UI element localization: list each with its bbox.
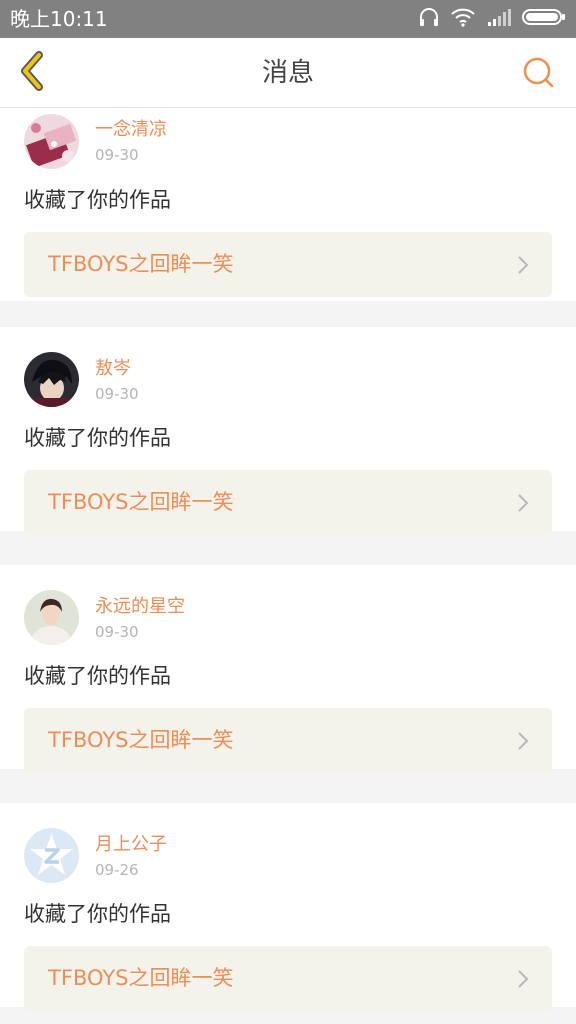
message-list[interactable]: 一念清凉 09-30 收藏了你的作品 TFBOYS之回眸一笑 敖岑 09-30 …	[0, 109, 576, 1024]
timestamp: 09-30	[95, 385, 139, 403]
page-title: 消息	[261, 58, 314, 88]
status-time: 晚上10:11	[10, 7, 108, 31]
work-title: TFBOYS之回眸一笑	[48, 490, 234, 514]
headphones-icon	[418, 6, 440, 32]
status-icons	[418, 8, 566, 30]
username[interactable]: 月上公子	[95, 834, 167, 856]
battery-icon	[522, 7, 566, 31]
avatar[interactable]	[24, 352, 79, 407]
timestamp: 09-30	[95, 623, 139, 641]
timestamp: 09-26	[95, 861, 139, 879]
search-button[interactable]	[518, 54, 558, 94]
avatar[interactable]	[24, 114, 79, 169]
back-button[interactable]	[12, 51, 52, 95]
app-header: 消息	[0, 38, 576, 108]
signal-icon	[486, 7, 512, 31]
work-title: TFBOYS之回眸一笑	[48, 966, 234, 990]
action-text: 收藏了你的作品	[24, 902, 171, 926]
chevron-right-icon	[516, 254, 530, 276]
work-link[interactable]: TFBOYS之回眸一笑	[24, 946, 552, 1011]
chevron-right-icon	[516, 968, 530, 990]
status-bar: 晚上10:11	[0, 0, 576, 38]
work-title: TFBOYS之回眸一笑	[48, 728, 234, 752]
timestamp: 09-30	[95, 146, 139, 164]
action-text: 收藏了你的作品	[24, 188, 171, 212]
wifi-icon	[450, 7, 476, 31]
search-icon	[521, 55, 555, 93]
message-card: 永远的星空 09-30 收藏了你的作品 TFBOYS之回眸一笑	[0, 565, 576, 773]
message-card: 敖岑 09-30 收藏了你的作品 TFBOYS之回眸一笑	[0, 327, 576, 535]
action-text: 收藏了你的作品	[24, 664, 171, 688]
work-title: TFBOYS之回眸一笑	[48, 252, 234, 276]
work-link[interactable]: TFBOYS之回眸一笑	[24, 232, 552, 297]
work-link[interactable]: TFBOYS之回眸一笑	[24, 470, 552, 535]
message-card: 月上公子 09-26 收藏了你的作品 TFBOYS之回眸一笑	[0, 803, 576, 1011]
chevron-left-icon	[17, 51, 47, 95]
username[interactable]: 敖岑	[95, 358, 131, 380]
avatar[interactable]	[24, 590, 79, 645]
avatar[interactable]	[24, 828, 79, 883]
work-link[interactable]: TFBOYS之回眸一笑	[24, 708, 552, 773]
chevron-right-icon	[516, 730, 530, 752]
message-card: 一念清凉 09-30 收藏了你的作品 TFBOYS之回眸一笑	[0, 109, 576, 301]
username[interactable]: 一念清凉	[95, 119, 167, 141]
username[interactable]: 永远的星空	[95, 596, 185, 618]
action-text: 收藏了你的作品	[24, 426, 171, 450]
chevron-right-icon	[516, 492, 530, 514]
